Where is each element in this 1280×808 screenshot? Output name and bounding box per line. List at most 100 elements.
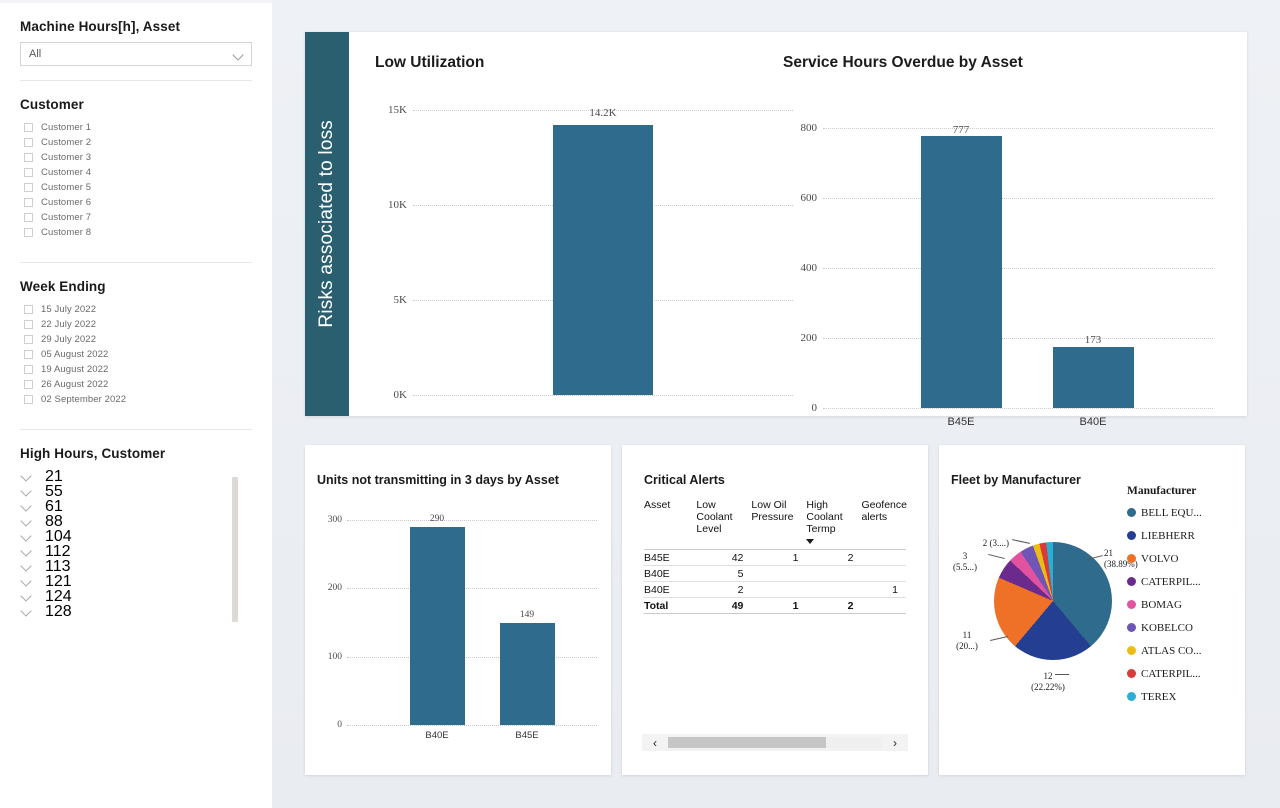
machine-hours-dropdown[interactable]: All [20, 42, 252, 66]
low-utilization-title: Low Utilization [375, 54, 485, 71]
gridline [823, 128, 1213, 129]
pie-callout-percent: (22.22%) [1031, 682, 1065, 692]
list-item[interactable]: 128 [20, 603, 252, 620]
chevron-down-icon[interactable] [20, 607, 33, 617]
list-item[interactable]: Customer 4 [24, 165, 252, 180]
units-not-transmitting-plot: 300 200 100 0 290 B40E 149 B45E [328, 514, 597, 741]
legend-item[interactable]: TEREX [1127, 685, 1231, 708]
machine-hours-title: Machine Hours[h], Asset [20, 19, 181, 34]
high-hours-scrollbar[interactable] [232, 477, 238, 622]
checkbox-icon[interactable] [24, 153, 33, 162]
list-item[interactable]: 19 August 2022 [24, 362, 252, 377]
chevron-down-icon [232, 48, 245, 61]
list-item[interactable]: Customer 8 [24, 225, 252, 240]
checkbox-icon[interactable] [24, 123, 33, 132]
cell-low-coolant-level: 42 [696, 549, 752, 566]
cell-low-coolant-level: 2 [696, 581, 752, 598]
legend-item[interactable]: KOBELCO [1127, 616, 1231, 639]
list-item[interactable]: 02 September 2022 [24, 392, 252, 407]
legend-item[interactable]: CATERPIL... [1127, 570, 1231, 593]
column-header-low-oil-pressure[interactable]: Low Oil Pressure [751, 497, 807, 550]
y-axis-tick: 5K [393, 294, 407, 306]
list-item[interactable]: Customer 6 [24, 195, 252, 210]
critical-alerts-table: Asset Low Coolant Level Low Oil Pressure… [644, 497, 907, 614]
table-row[interactable]: B40E 2 1 [644, 581, 906, 598]
scroll-left-button[interactable]: ‹ [642, 734, 668, 751]
list-item[interactable]: Customer 7 [24, 210, 252, 225]
chevron-down-icon[interactable] [20, 532, 33, 542]
checkbox-icon[interactable] [24, 228, 33, 237]
week-ending-filter: Week Ending 15 July 2022 22 July 2022 29… [0, 279, 272, 430]
chevron-down-icon[interactable] [20, 502, 33, 512]
bar[interactable] [410, 527, 465, 725]
pie-chart[interactable] [994, 542, 1112, 660]
legend-item[interactable]: BELL EQU... [1127, 501, 1231, 524]
legend-item[interactable]: CATERPIL... [1127, 662, 1231, 685]
scrollbar-track[interactable] [668, 737, 882, 748]
list-item[interactable]: 29 July 2022 [24, 332, 252, 347]
chevron-down-icon[interactable] [20, 562, 33, 572]
column-header-high-coolant-termp[interactable]: High Coolant Termp [806, 497, 862, 550]
table-row[interactable]: B45E 42 1 2 [644, 549, 906, 566]
checkbox-icon[interactable] [24, 168, 33, 177]
bar[interactable] [921, 136, 1002, 408]
checkbox-icon[interactable] [24, 365, 33, 374]
legend-color-swatch [1127, 623, 1136, 632]
checkbox-icon[interactable] [24, 305, 33, 314]
pie-callout-caterpillar: 3 (5.5...) [941, 551, 989, 573]
chevron-down-icon[interactable] [20, 487, 33, 497]
bar[interactable] [1053, 347, 1134, 408]
legend-color-swatch [1127, 508, 1136, 517]
cell-geofence-alerts: 1 [861, 581, 906, 598]
checkbox-icon[interactable] [24, 395, 33, 404]
legend-item[interactable]: BOMAG [1127, 593, 1231, 616]
scrollbar-thumb[interactable] [668, 737, 827, 748]
list-item-label: 02 September 2022 [41, 394, 127, 405]
checkbox-icon[interactable] [24, 335, 33, 344]
chevron-down-icon[interactable] [20, 517, 33, 527]
leader-line [990, 635, 1008, 642]
legend-item[interactable]: LIEBHERR [1127, 524, 1231, 547]
gridline [823, 408, 1213, 409]
column-header-low-coolant-level[interactable]: Low Coolant Level [696, 497, 752, 550]
scroll-right-button[interactable]: › [882, 734, 908, 751]
critical-alerts-horizontal-scrollbar[interactable]: ‹ › [642, 734, 908, 751]
cell-low-oil-pressure [751, 565, 807, 582]
chevron-down-icon[interactable] [20, 577, 33, 587]
list-item[interactable]: 22 July 2022 [24, 317, 252, 332]
list-item-label: 26 August 2022 [41, 379, 109, 390]
list-item[interactable]: 15 July 2022 [24, 302, 252, 317]
bar[interactable] [500, 623, 555, 725]
chevron-down-icon[interactable] [20, 472, 33, 482]
column-header-geofence-alerts[interactable]: Geofence alerts [861, 497, 907, 550]
service-hours-overdue-plot: 800 600 400 200 0 777 B45E 173 B40E [801, 122, 1213, 428]
table-row[interactable]: B40E 5 [644, 565, 906, 582]
legend-color-swatch [1127, 646, 1136, 655]
checkbox-icon[interactable] [24, 213, 33, 222]
chevron-down-icon[interactable] [20, 592, 33, 602]
legend-item-label: LIEBHERR [1141, 529, 1195, 542]
list-item[interactable]: Customer 3 [24, 150, 252, 165]
list-item-label: Customer 1 [41, 122, 92, 133]
legend-item[interactable]: ATLAS CO... [1127, 639, 1231, 662]
checkbox-icon[interactable] [24, 183, 33, 192]
list-item[interactable]: 26 August 2022 [24, 377, 252, 392]
pie-callout-liebherr: 12 (22.22%) [1018, 671, 1078, 693]
bar-value-label: 14.2K [589, 107, 617, 119]
list-item-label: Customer 3 [41, 152, 92, 163]
checkbox-icon[interactable] [24, 138, 33, 147]
checkbox-icon[interactable] [24, 350, 33, 359]
column-header-asset[interactable]: Asset [644, 497, 697, 550]
list-item[interactable]: Customer 1 [24, 120, 252, 135]
list-item[interactable]: Customer 5 [24, 180, 252, 195]
leader-line [988, 553, 1005, 560]
list-item[interactable]: 05 August 2022 [24, 347, 252, 362]
checkbox-icon[interactable] [24, 198, 33, 207]
bar[interactable] [553, 125, 653, 395]
chevron-down-icon[interactable] [20, 547, 33, 557]
checkbox-icon[interactable] [24, 320, 33, 329]
machine-hours-dropdown-value: All [29, 48, 42, 60]
checkbox-icon[interactable] [24, 380, 33, 389]
legend-item[interactable]: VOLVO [1127, 547, 1231, 570]
list-item[interactable]: Customer 2 [24, 135, 252, 150]
